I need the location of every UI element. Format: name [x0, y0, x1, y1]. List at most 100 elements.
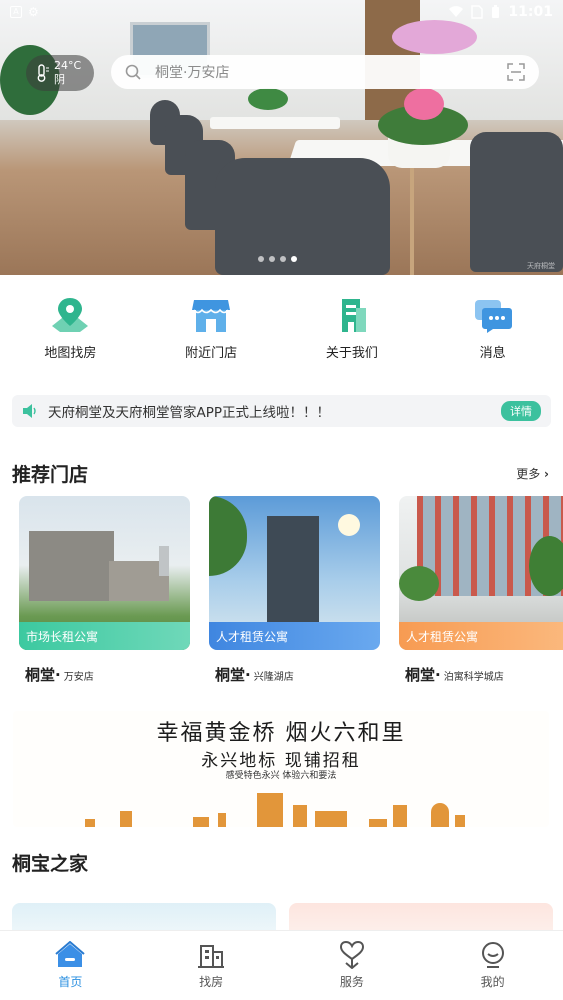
search-icon [125, 64, 141, 80]
tab-service[interactable]: 服务 [282, 931, 423, 1000]
hero-orchid-flower [392, 20, 477, 54]
quick-nav-label: 地图找房 [44, 346, 97, 361]
quick-nav-nearby-stores[interactable]: 附近门店 [141, 296, 282, 366]
store-branch: 万安店 [63, 672, 94, 683]
tab-label: 我的 [480, 975, 505, 989]
settings-icon: ⚙ [28, 5, 39, 19]
skyline-building [315, 811, 347, 827]
store-icon [192, 300, 231, 332]
skyline-building [455, 815, 465, 827]
notice-text: 天府桐堂及天府桐堂管家APP正式上线啦！！！ [48, 405, 331, 421]
store-brand: 桐堂· [215, 666, 251, 684]
quick-nav-about[interactable]: 关于我们 [282, 296, 423, 366]
photo-tree [399, 566, 439, 601]
skyline-building [120, 811, 132, 827]
home-section-title: 桐宝之家 [12, 853, 89, 875]
pagination-dot-active[interactable] [291, 256, 297, 262]
quick-nav-label: 附近门店 [185, 346, 238, 361]
skyline-building [257, 793, 283, 827]
tab-label: 服务 [339, 975, 364, 989]
promo-line3: 感受特色永兴 体验六和要法 [225, 771, 337, 781]
store-photo: 市场长租公寓 [19, 496, 190, 650]
heart-hand-icon [339, 941, 364, 969]
store-brand: 桐堂· [25, 666, 61, 684]
skyline-building [193, 817, 209, 827]
more-label: 更多 [516, 467, 541, 481]
chevron-right-icon: › [544, 467, 549, 481]
tab-profile[interactable]: 我的 [422, 931, 563, 1000]
skyline-building [393, 805, 407, 827]
buildings-icon [198, 945, 225, 968]
weather-widget[interactable]: 24°C 阴 [26, 55, 94, 91]
quick-nav-label: 消息 [479, 346, 506, 361]
search-placeholder: 桐堂·万安店 [155, 65, 230, 81]
hero-table-leg [410, 166, 414, 275]
profile-icon [481, 942, 504, 968]
photo-building [29, 531, 114, 601]
weather-temp: 24°C [54, 59, 82, 72]
tab-home[interactable]: 首页 [0, 931, 141, 1000]
battery-icon [492, 5, 500, 18]
tab-label: 找房 [199, 975, 224, 989]
sim-icon [471, 5, 484, 19]
map-pin-icon [52, 298, 89, 332]
promo-line1: 幸福黄金桥 烟火六和里 [156, 721, 406, 746]
skyline-building [85, 819, 95, 827]
store-photo: 人才租赁公寓 [209, 496, 380, 650]
chat-icon [474, 300, 512, 333]
store-photo: 人才租赁公寓 [399, 496, 563, 650]
notification-icon: A [10, 6, 22, 18]
notice-detail-button[interactable]: 详情 [501, 401, 541, 421]
hero-chair-front [215, 158, 390, 275]
store-branch: 兴隆湖店 [253, 672, 294, 683]
tab-bar: 首页 找房 服务 我的 [0, 930, 563, 1000]
pagination-dot[interactable] [269, 256, 275, 262]
store-card-xinglonghu[interactable]: 人才租赁公寓 桐堂· 兴隆湖店 [209, 496, 380, 685]
quick-nav-map[interactable]: 地图找房 [0, 296, 141, 366]
store-card-kexuecheng[interactable]: 人才租赁公寓 桐堂· 泊寓科学城店 [399, 496, 563, 685]
hero-plant-small [248, 88, 288, 110]
recommended-title: 推荐门店 [12, 464, 89, 486]
thermometer-icon [37, 64, 49, 82]
app-root: 天府桐堂 A ⚙ 11:01 24°C 阴 桐堂·万安店 地图找房 附近门店 关… [0, 0, 563, 1000]
banner-pagination [258, 256, 297, 262]
quick-nav-label: 关于我们 [325, 346, 378, 361]
store-branch: 泊寓科学城店 [443, 672, 504, 683]
store-tag: 人才租赁公寓 [209, 622, 380, 650]
skyline-building [218, 813, 226, 827]
hero-chair-right [470, 132, 563, 272]
scan-icon[interactable] [507, 63, 525, 81]
photo-tower [159, 546, 169, 576]
quick-nav-messages[interactable]: 消息 [422, 296, 563, 366]
tab-find-room[interactable]: 找房 [141, 931, 282, 1000]
home-icon [55, 941, 86, 967]
photo-tower [267, 516, 319, 626]
hero-table-back [210, 117, 340, 129]
photo-tree [209, 496, 247, 576]
hero-orchid-flower [404, 88, 444, 120]
store-card-wanan[interactable]: 市场长租公寓 桐堂· 万安店 [19, 496, 190, 685]
building-icon [341, 299, 366, 332]
store-tag: 市场长租公寓 [19, 622, 190, 650]
photo-sun [338, 514, 360, 536]
status-bar: A ⚙ 11:01 [0, 0, 563, 24]
notice-bar[interactable]: 天府桐堂及天府桐堂管家APP正式上线啦！！！ 详情 [12, 395, 551, 427]
store-tag: 人才租赁公寓 [399, 622, 563, 650]
weather-condition: 阴 [54, 73, 65, 86]
more-link[interactable]: 更多 › [516, 465, 549, 482]
promo-banner[interactable]: 幸福黄金桥 烟火六和里 永兴地标 现铺招租 感受特色永兴 体验六和要法 [13, 711, 549, 827]
tab-label: 首页 [58, 975, 83, 989]
wifi-icon [449, 6, 464, 18]
photo-tree [529, 536, 563, 596]
search-bar[interactable]: 桐堂·万安店 [111, 55, 539, 89]
pagination-dot[interactable] [258, 256, 264, 262]
quick-nav: 地图找房 附近门店 关于我们 消息 [0, 296, 563, 366]
skyline-building [431, 803, 449, 827]
skyline-building [293, 805, 307, 827]
store-brand: 桐堂· [405, 666, 441, 684]
clock: 11:01 [508, 4, 553, 20]
hero-watermark: 天府桐堂 [527, 262, 555, 270]
pagination-dot[interactable] [280, 256, 286, 262]
hero-banner[interactable]: 天府桐堂 A ⚙ 11:01 24°C 阴 桐堂·万安店 [0, 0, 563, 275]
skyline-building [369, 819, 387, 827]
